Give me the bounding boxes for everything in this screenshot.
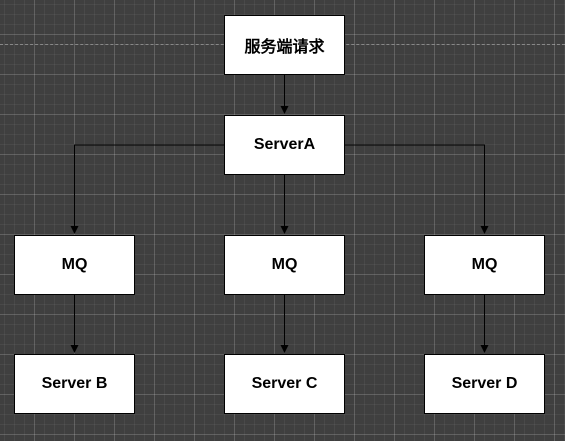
- node-mq-right-label: MQ: [471, 256, 498, 273]
- edge-servera-mq-left: [70, 144, 224, 234]
- node-mq-right[interactable]: MQ: [424, 235, 545, 295]
- node-server-b-label: Server B: [41, 375, 108, 392]
- node-server-c-label: Server C: [251, 375, 318, 392]
- node-request-label: 服务端请求: [244, 37, 325, 56]
- node-server-c[interactable]: Server C: [224, 354, 345, 414]
- node-mq-left[interactable]: MQ: [14, 235, 135, 295]
- node-server-d[interactable]: Server D: [424, 354, 545, 414]
- node-server-a[interactable]: ServerA: [224, 115, 345, 175]
- node-mq-center-label: MQ: [271, 256, 298, 273]
- node-server-b[interactable]: Server B: [14, 354, 135, 414]
- node-mq-left-label: MQ: [61, 256, 88, 273]
- node-mq-center[interactable]: MQ: [224, 235, 345, 295]
- edge-servera-mq-right: [345, 144, 489, 234]
- node-server-a-label: ServerA: [253, 136, 316, 153]
- node-request[interactable]: 服务端请求: [224, 15, 345, 75]
- node-server-d-label: Server D: [451, 375, 518, 392]
